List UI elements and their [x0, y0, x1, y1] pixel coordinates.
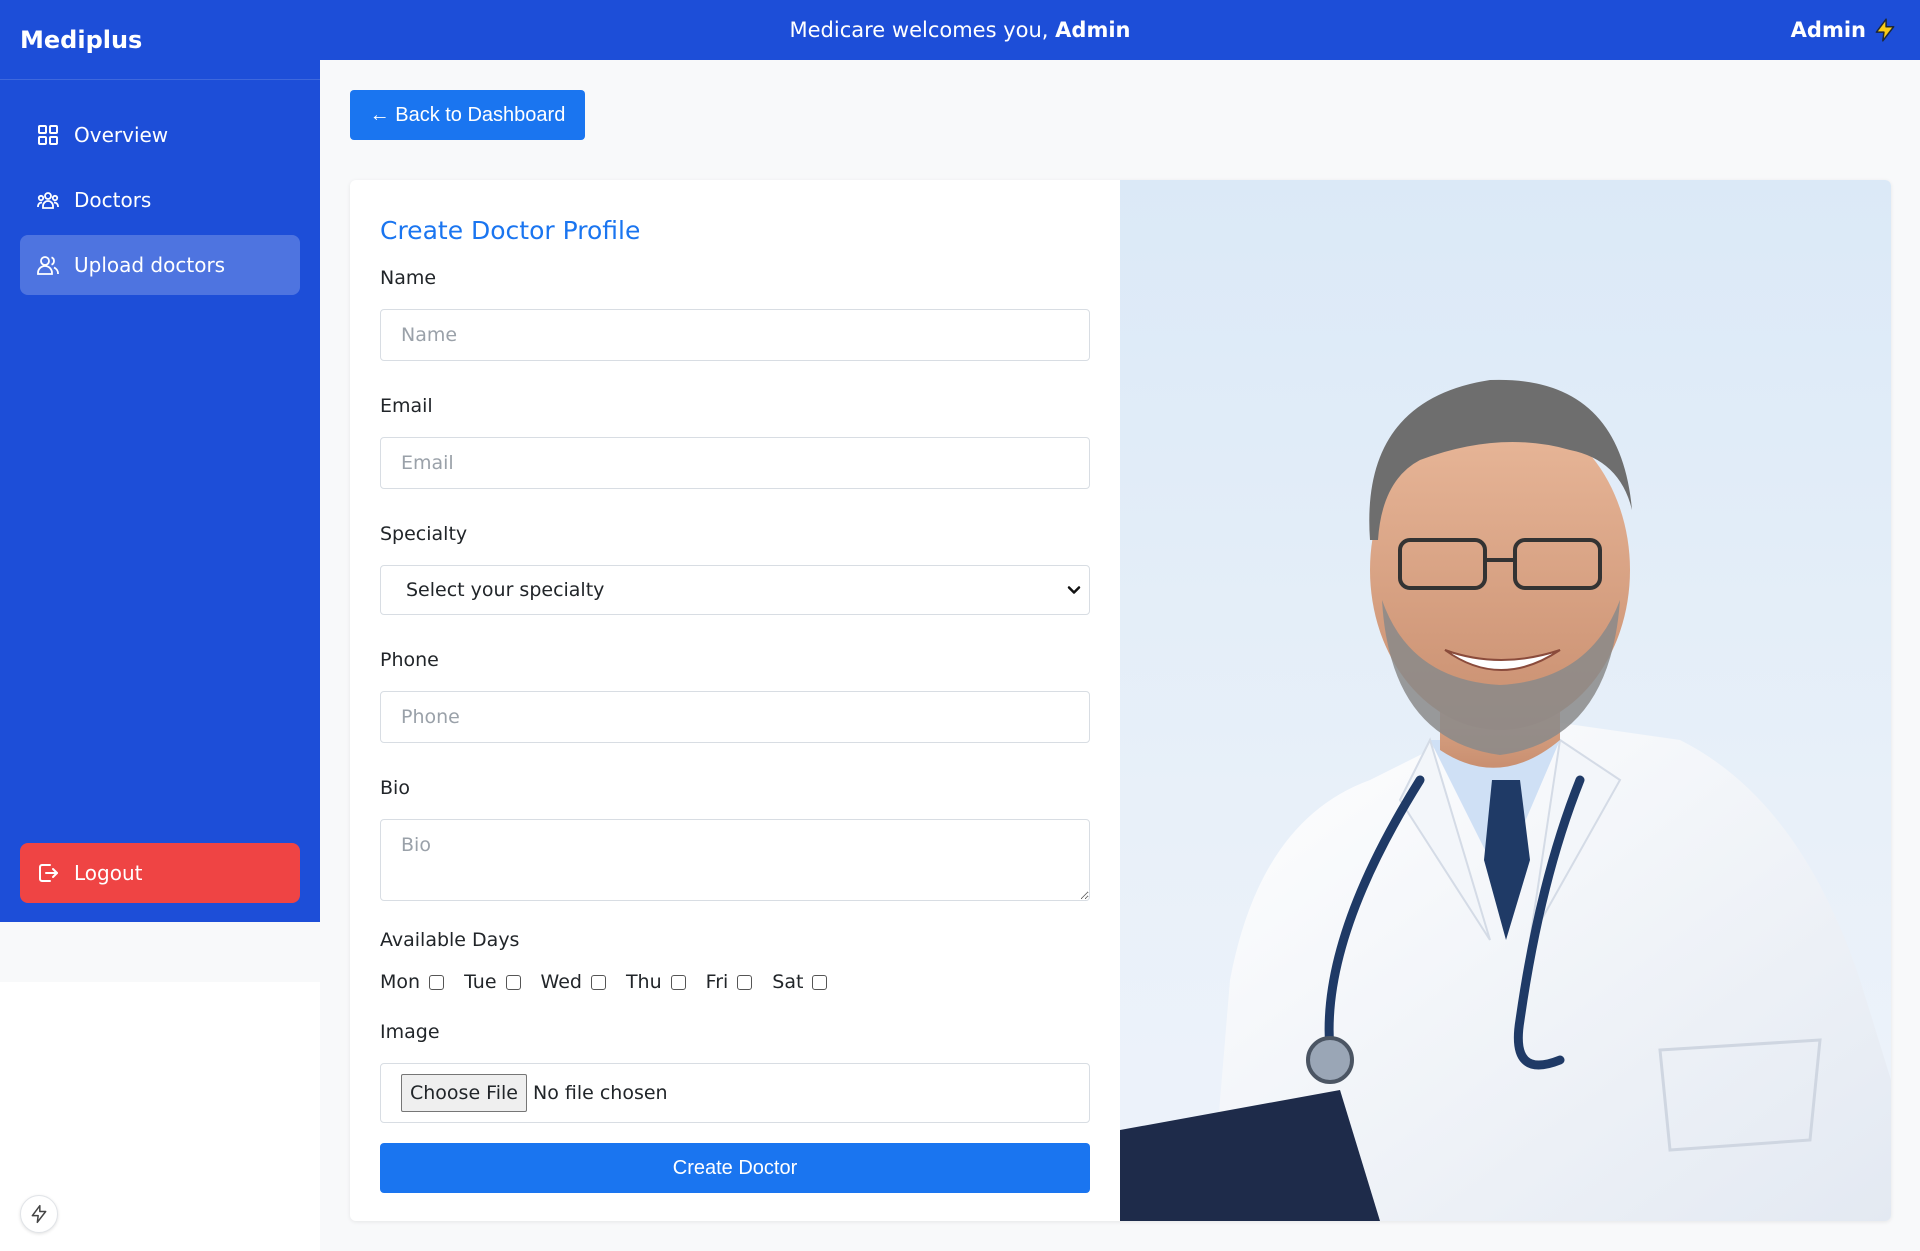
logout-icon [39, 864, 58, 882]
sidebar-item-label: Upload doctors [74, 253, 226, 277]
sidebar-item-label: Doctors [74, 188, 152, 212]
welcome-message: Medicare welcomes you, Admin [0, 0, 1920, 60]
users-group-icon [37, 192, 59, 209]
specialty-label: Specialty [380, 523, 468, 545]
image-file-input[interactable]: Choose File No file chosen [380, 1063, 1090, 1123]
choose-file-button[interactable]: Choose File [401, 1074, 527, 1112]
day-thu[interactable]: Thu [626, 971, 686, 993]
create-doctor-button[interactable]: Create Doctor [380, 1143, 1090, 1193]
available-days-group: Mon Tue Wed Thu Fri Sat [380, 971, 1090, 993]
sidebar: Overview Doctors Upload doctors Logout [0, 60, 320, 922]
day-label: Mon [380, 971, 421, 993]
available-days-label: Available Days [380, 929, 520, 951]
day-checkbox[interactable] [812, 974, 828, 990]
sidebar-item-label: Overview [74, 123, 169, 147]
day-wed[interactable]: Wed [541, 971, 606, 993]
day-tue[interactable]: Tue [464, 971, 521, 993]
form-title: Create Doctor Profile [380, 216, 641, 245]
day-checkbox[interactable] [505, 974, 521, 990]
phone-label: Phone [380, 649, 439, 671]
user-label: Admin [1790, 18, 1866, 42]
doctor-photo [1120, 180, 1891, 1221]
grid-icon [38, 125, 58, 145]
welcome-user: Admin [1055, 18, 1131, 42]
day-sat[interactable]: Sat [772, 971, 828, 993]
phone-input[interactable] [380, 691, 1090, 743]
logout-label: Logout [74, 861, 143, 885]
file-status: No file chosen [532, 1082, 668, 1104]
chevron-down-icon [1067, 586, 1081, 594]
day-checkbox[interactable] [670, 974, 686, 990]
name-label: Name [380, 267, 437, 289]
lightning-bolt-icon [1875, 18, 1895, 42]
day-mon[interactable]: Mon [380, 971, 445, 993]
user-menu[interactable]: Admin [1791, 0, 1898, 60]
bio-textarea[interactable] [380, 819, 1090, 901]
email-input[interactable] [380, 437, 1090, 489]
day-label: Thu [625, 971, 662, 993]
doctor-form: Create Doctor Profile Name Email Special… [350, 180, 1120, 1221]
sidebar-item-overview[interactable]: Overview [20, 105, 300, 165]
create-doctor-card: Create Doctor Profile Name Email Special… [350, 180, 1891, 1221]
day-label: Fri [705, 971, 729, 993]
bio-label: Bio [380, 777, 410, 799]
sidebar-item-upload-doctors[interactable]: Upload doctors [20, 235, 300, 295]
users-icon [37, 256, 59, 275]
top-navbar: Medicare welcomes you, Admin Admin [0, 0, 1920, 60]
logout-button[interactable]: Logout [20, 843, 300, 903]
email-label: Email [380, 395, 433, 417]
day-label: Wed [540, 971, 582, 993]
welcome-prefix: Medicare welcomes you, [789, 18, 1056, 42]
doctor-illustration [1120, 379, 1891, 1221]
bolt-badge-icon[interactable] [20, 1195, 58, 1233]
brand-logo[interactable]: Mediplus [20, 0, 142, 80]
image-label: Image [380, 1021, 440, 1043]
sidebar-nav: Overview Doctors Upload doctors [20, 105, 300, 300]
day-checkbox[interactable] [590, 974, 606, 990]
sidebar-item-doctors[interactable]: Doctors [20, 170, 300, 230]
day-checkbox[interactable] [737, 974, 753, 990]
back-to-dashboard-button[interactable]: ← Back to Dashboard [350, 90, 585, 140]
day-label: Tue [464, 971, 497, 993]
sidebar-footer-strip [0, 922, 320, 982]
specialty-selected-value[interactable]: Select your specialty [380, 565, 1090, 615]
specialty-select[interactable]: Select your specialty [380, 565, 1090, 615]
day-label: Sat [772, 971, 804, 993]
day-checkbox[interactable] [429, 974, 445, 990]
day-fri[interactable]: Fri [706, 971, 753, 993]
name-input[interactable] [380, 309, 1090, 361]
